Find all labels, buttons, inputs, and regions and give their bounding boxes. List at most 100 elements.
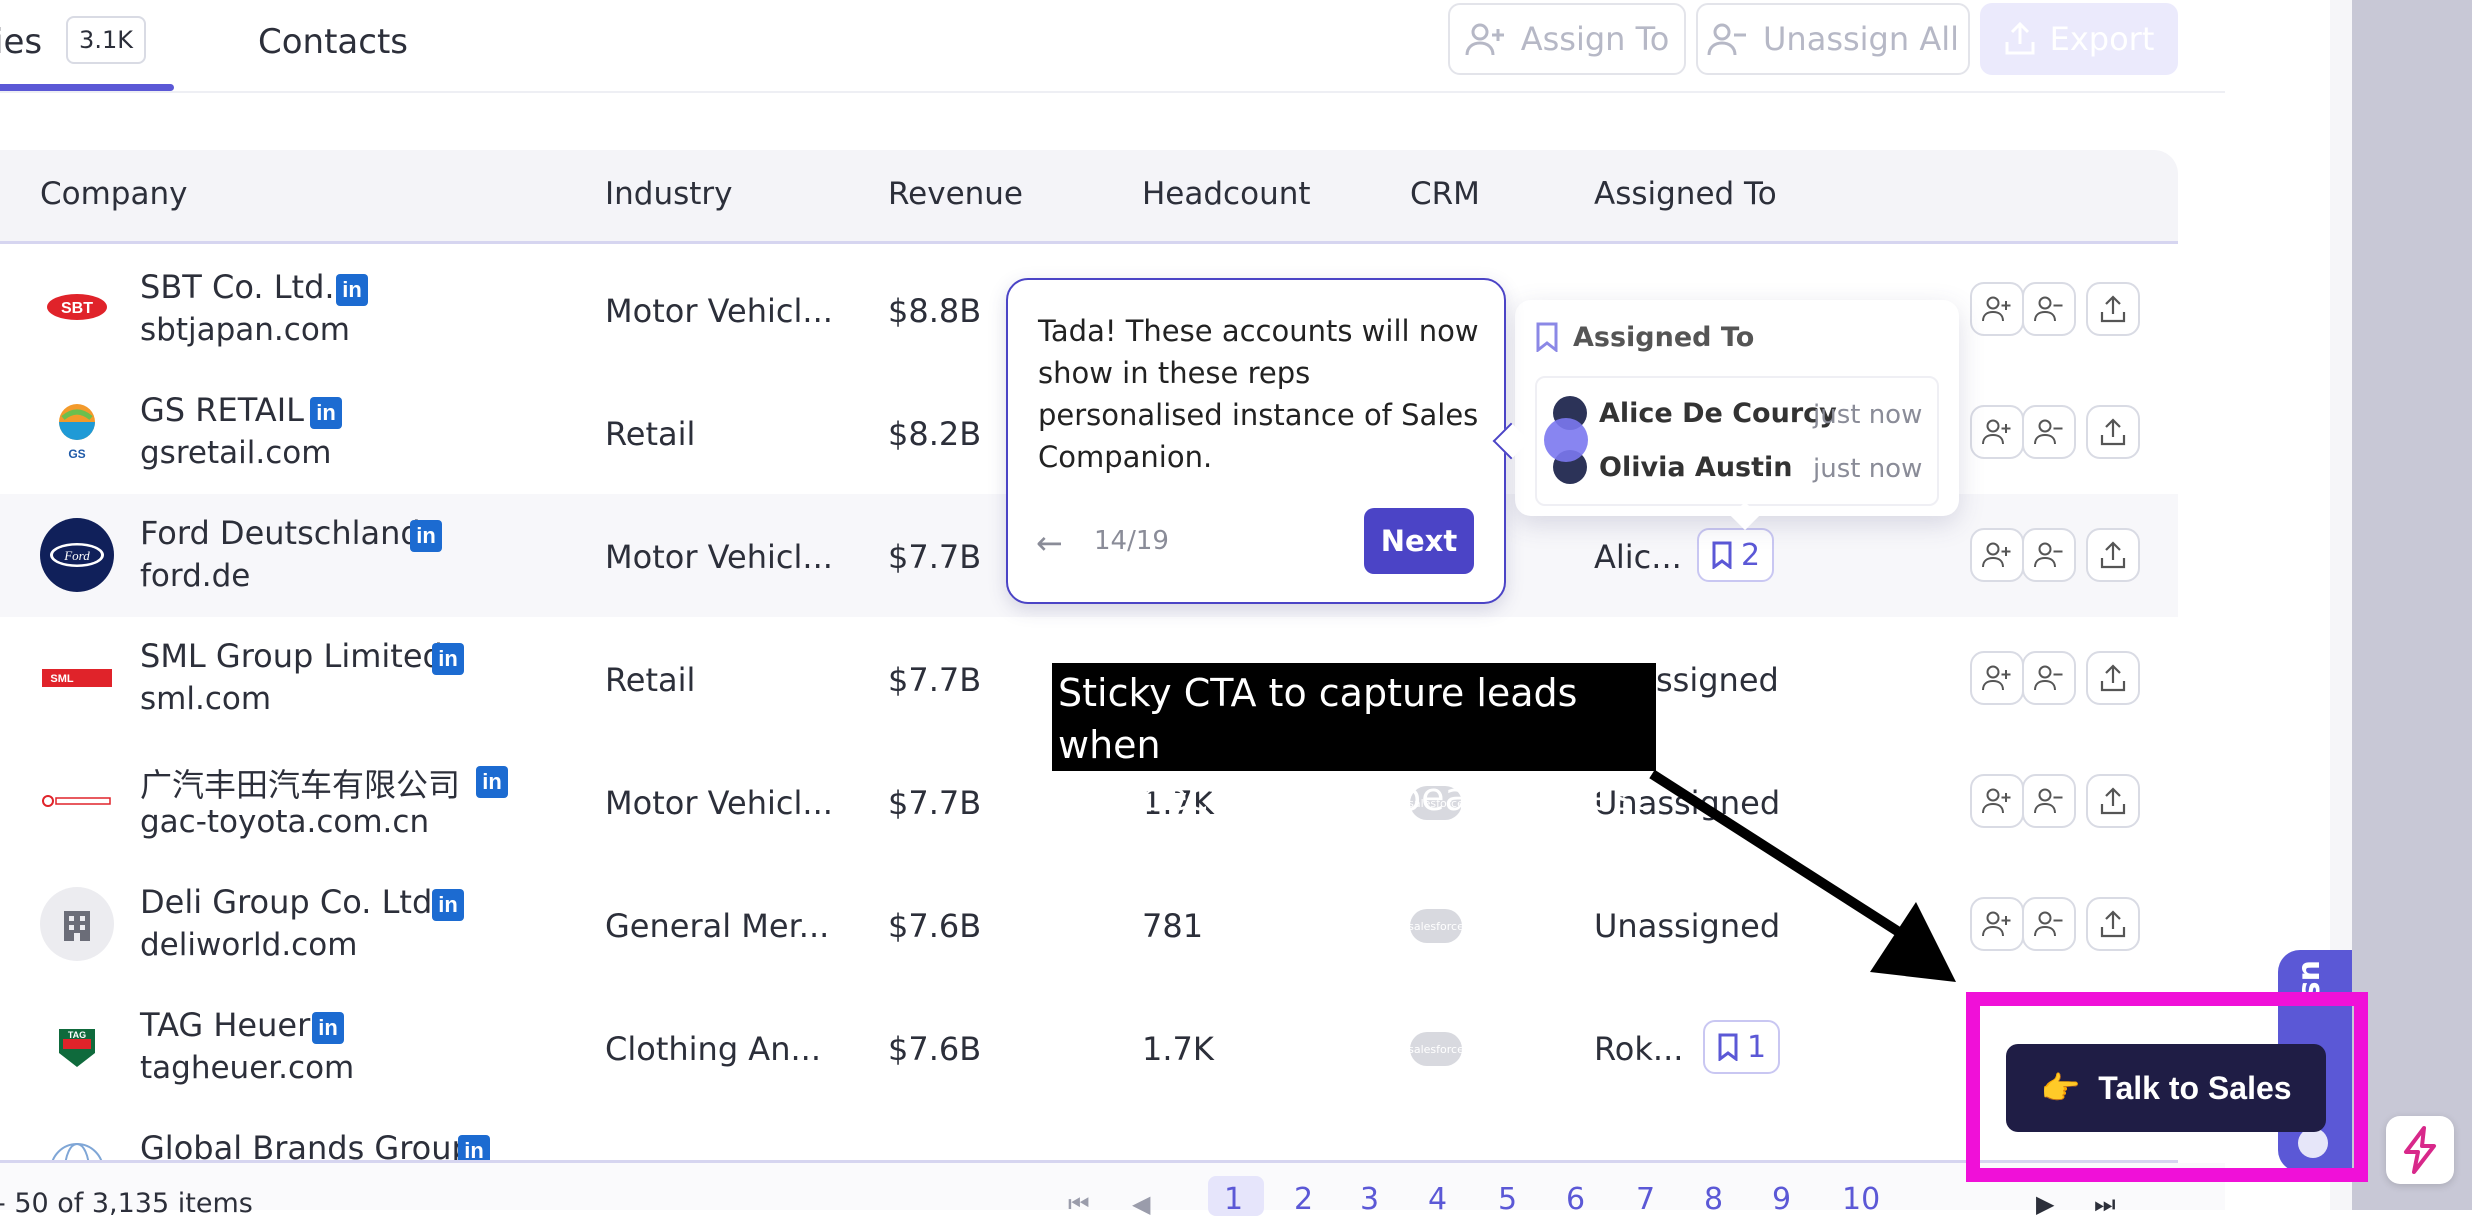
page-number-5[interactable]: 5 xyxy=(1498,1182,1517,1217)
row-assign-button[interactable] xyxy=(1970,528,2024,582)
last-page-icon[interactable]: ⏭ xyxy=(2094,1190,2116,1218)
first-page-icon[interactable]: ⏮ xyxy=(1068,1190,1090,1218)
svg-text:TAG: TAG xyxy=(68,1030,86,1040)
row-export-button[interactable] xyxy=(2086,651,2140,705)
page-number-1[interactable]: 1 xyxy=(1224,1182,1243,1217)
row-export-button[interactable] xyxy=(2086,282,2140,336)
page-number-7[interactable]: 7 xyxy=(1636,1182,1655,1217)
upload-icon xyxy=(2100,541,2126,569)
annotation-line-1: Sticky CTA to capture leads when xyxy=(1058,671,1578,767)
revenue-cell: $8.8B xyxy=(888,292,982,330)
tab-companies-label: ies xyxy=(0,22,43,62)
industry-cell: Retail xyxy=(605,415,696,453)
company-logo-gac xyxy=(40,764,114,838)
svg-text:SBT: SBT xyxy=(61,300,93,317)
page-number-9[interactable]: 9 xyxy=(1772,1182,1791,1217)
linkedin-icon[interactable]: in xyxy=(312,1012,344,1044)
assignee-count-badge[interactable]: 1 xyxy=(1703,1020,1781,1074)
row-assign-button[interactable] xyxy=(1970,651,2024,705)
assignee-count-badge[interactable]: 2 xyxy=(1697,528,1775,582)
column-header-crm[interactable]: CRM xyxy=(1410,176,1480,212)
brand-logo-icon[interactable] xyxy=(2386,1116,2454,1184)
row-unassign-button[interactable] xyxy=(2022,774,2076,828)
industry-cell: Motor Vehicl... xyxy=(605,538,833,576)
company-name[interactable]: Deli Group Co. Ltd. xyxy=(140,883,442,921)
popover-title: Assigned To xyxy=(1573,322,1755,353)
column-header-revenue[interactable]: Revenue xyxy=(888,176,1023,212)
table-row[interactable]: TAG TAG Heuer in tagheuer.com Clothing A… xyxy=(0,986,2178,1109)
next-page-icon[interactable]: ▶ xyxy=(2036,1190,2054,1218)
column-header-company[interactable]: Company xyxy=(40,176,187,212)
page-number-2[interactable]: 2 xyxy=(1294,1182,1313,1217)
page-number-8[interactable]: 8 xyxy=(1704,1182,1723,1217)
product-tour-tooltip: Tada! These accounts will now show in th… xyxy=(1006,278,1506,604)
next-button[interactable]: Next xyxy=(1364,508,1474,574)
talk-to-sales-button[interactable]: 👉 Talk to Sales xyxy=(2006,1044,2326,1132)
linkedin-icon[interactable]: in xyxy=(432,643,464,675)
table-header-divider xyxy=(0,241,2178,244)
linkedin-icon[interactable]: in xyxy=(336,274,368,306)
row-assign-button[interactable] xyxy=(1970,405,2024,459)
row-assign-button[interactable] xyxy=(1970,282,2024,336)
row-export-button[interactable] xyxy=(2086,528,2140,582)
tab-contacts[interactable]: Contacts xyxy=(258,22,408,62)
assigned-to-cell: ssigned xyxy=(1656,661,1779,699)
company-name[interactable]: SML Group Limited xyxy=(140,637,443,675)
linkedin-icon[interactable]: in xyxy=(458,1135,490,1160)
revenue-cell: $7.6B xyxy=(888,907,982,945)
company-name[interactable]: Ford Deutschland xyxy=(140,514,421,552)
linkedin-icon[interactable]: in xyxy=(310,397,342,429)
company-name[interactable]: 广汽丰田汽车有限公司 xyxy=(140,760,460,806)
company-domain[interactable]: deliworld.com xyxy=(140,927,357,963)
company-name[interactable]: SBT Co. Ltd. xyxy=(140,268,335,306)
row-unassign-button[interactable] xyxy=(2022,528,2076,582)
previous-page-icon[interactable]: ◀ xyxy=(1132,1190,1150,1218)
upload-icon xyxy=(2005,22,2035,55)
row-unassign-button[interactable] xyxy=(2022,651,2076,705)
company-name[interactable]: GS RETAIL xyxy=(140,391,304,429)
company-name[interactable]: Global Brands Group xyxy=(140,1129,472,1160)
company-domain[interactable]: ford.de xyxy=(140,558,250,594)
export-button[interactable]: Export xyxy=(1980,3,2178,75)
active-tab-indicator xyxy=(0,84,174,91)
talk-to-sales-label: Talk to Sales xyxy=(2098,1069,2292,1106)
row-unassign-button[interactable] xyxy=(2022,897,2076,951)
back-arrow-icon[interactable]: ← xyxy=(1036,524,1063,562)
unassign-all-button[interactable]: Unassign All xyxy=(1696,3,1970,75)
assigned-to-popover: Assigned To Alice De Courcy just now Oli… xyxy=(1515,300,1959,531)
assign-to-button[interactable]: Assign To xyxy=(1448,3,1686,75)
company-domain[interactable]: gsretail.com xyxy=(140,435,331,471)
pointing-hand-icon: 👉 xyxy=(2040,1070,2081,1106)
company-domain[interactable]: sml.com xyxy=(140,681,271,717)
upload-icon xyxy=(2100,664,2126,692)
row-export-button[interactable] xyxy=(2086,405,2140,459)
page-number-10[interactable]: 10 xyxy=(1842,1182,1880,1217)
company-domain[interactable]: sbtjapan.com xyxy=(140,312,350,348)
tab-companies[interactable]: ies xyxy=(0,22,42,62)
page-number-6[interactable]: 6 xyxy=(1566,1182,1585,1217)
pager-bar xyxy=(0,1163,2225,1210)
salesforce-icon: salesforce xyxy=(1408,1032,1464,1066)
user-minus-icon xyxy=(2034,665,2063,691)
column-header-headcount[interactable]: Headcount xyxy=(1142,176,1311,212)
bookmark-icon xyxy=(1536,322,1558,352)
table-row[interactable]: Global Brands Group in xyxy=(0,1109,2178,1160)
revenue-cell: $7.6B xyxy=(888,1030,982,1068)
column-header-assigned-to[interactable]: Assigned To xyxy=(1594,176,1777,212)
row-export-button[interactable] xyxy=(2086,897,2140,951)
revenue-cell: $7.7B xyxy=(888,661,982,699)
column-header-industry[interactable]: Industry xyxy=(605,176,733,212)
linkedin-icon[interactable]: in xyxy=(432,889,464,921)
company-name[interactable]: TAG Heuer xyxy=(140,1006,310,1044)
linkedin-icon[interactable]: in xyxy=(410,520,442,552)
svg-text:Ford: Ford xyxy=(63,548,90,563)
annotation-line-2: prospect reaches peak interest xyxy=(1058,775,1648,819)
row-unassign-button[interactable] xyxy=(2022,405,2076,459)
row-unassign-button[interactable] xyxy=(2022,282,2076,336)
row-export-button[interactable] xyxy=(2086,774,2140,828)
page-number-3[interactable]: 3 xyxy=(1360,1182,1379,1217)
linkedin-icon[interactable]: in xyxy=(476,766,508,798)
page-number-4[interactable]: 4 xyxy=(1428,1182,1447,1217)
company-domain[interactable]: gac-toyota.com.cn xyxy=(140,804,429,840)
company-domain[interactable]: tagheuer.com xyxy=(140,1050,354,1086)
